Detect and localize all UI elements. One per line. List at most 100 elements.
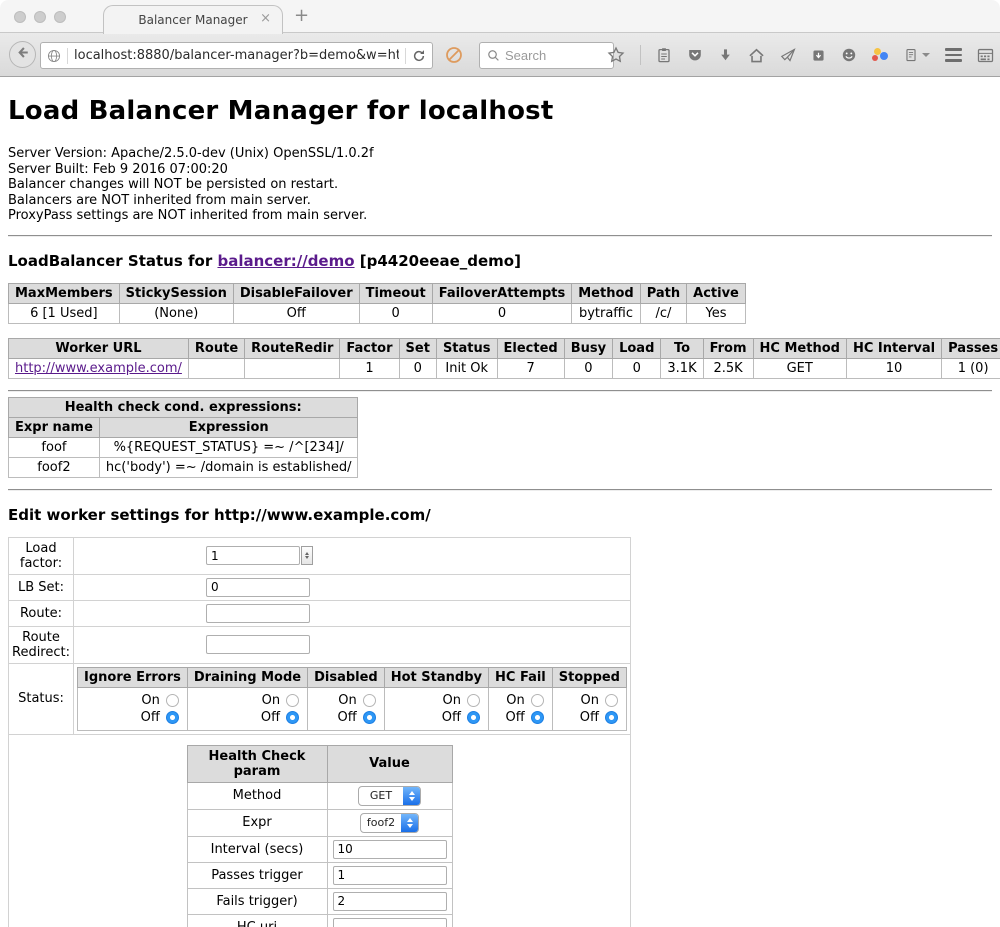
route-redirect-input[interactable] [206,635,310,654]
reload-icon[interactable] [412,49,426,63]
col-draining-mode: Draining Mode [187,667,307,687]
cell-expression: hc('body') =~ /domain is established/ [99,457,358,477]
extension-dots-icon[interactable] [872,47,889,63]
hc-fail-off-radio[interactable] [531,711,544,724]
radio-off-label: Off [442,710,461,725]
table-row: foof2 hc('body') =~ /domain is establish… [9,457,358,477]
table-header-row: Worker URL Route RouteRedir Factor Set S… [9,338,1000,358]
radio-off-label: Off [141,710,160,725]
route-redirect-label: Route Redirect: [9,626,74,663]
divider [8,235,992,237]
stopped-on-radio[interactable] [605,694,618,707]
home-icon[interactable] [748,47,765,64]
zoom-window-button[interactable] [54,11,66,23]
status-radio-table: Ignore Errors Draining Mode Disabled Hot… [77,667,627,731]
balancer-link[interactable]: balancer://demo [217,252,354,270]
apps-grid-icon[interactable] [977,47,994,64]
col-set: Set [399,338,436,358]
interval-label: Interval (secs) [187,836,327,862]
load-factor-input[interactable] [206,546,300,565]
ignore-errors-on-radio[interactable] [166,694,179,707]
radio-on-label: On [262,693,280,708]
hc-fail-on-radio[interactable] [531,694,544,707]
worker-url-link[interactable]: http://www.example.com/ [15,361,182,376]
worker-settings-form: Load factor: LB Set: Route: Route Redire… [8,537,631,927]
draining-mode-on-radio[interactable] [286,694,299,707]
ignore-errors-off-radio[interactable] [166,711,179,724]
form-row-load-factor: Load factor: [9,537,631,574]
hc-uri-input[interactable] [333,918,447,927]
menu-hamburger-icon[interactable] [945,48,962,62]
sidebar-panel-icon[interactable] [904,47,930,63]
hot-standby-off-radio[interactable] [467,711,480,724]
table-header-row: Ignore Errors Draining Mode Disabled Hot… [78,667,627,687]
cell-busy: 0 [564,358,612,378]
cell-timeout: 0 [359,303,432,323]
cell-expr-name: foof [9,437,100,457]
number-stepper-icon[interactable] [301,546,313,565]
fails-label: Fails trigger) [187,888,327,914]
navigation-toolbar [0,33,1000,77]
disabled-on-radio[interactable] [363,694,376,707]
col-factor: Factor [340,338,399,358]
save-page-icon[interactable] [811,48,826,63]
col-status: Status [436,338,497,358]
disabled-off-radio[interactable] [363,711,376,724]
window-controls [14,11,66,23]
search-bar[interactable] [479,42,614,69]
load-factor-label: Load factor: [9,537,74,574]
minimize-window-button[interactable] [34,11,46,23]
toolbar-divider [640,45,641,65]
draining-mode-off-radio[interactable] [286,711,299,724]
hc-row-expr: Expr foof2 [187,809,452,836]
cell-from: 2.5K [703,358,753,378]
interval-input[interactable] [333,840,447,859]
col-expr-name: Expr name [9,417,100,437]
tab-title: Balancer Manager [138,13,247,27]
send-tab-icon[interactable] [780,47,796,63]
hc-row-hc-uri: HC uri [187,914,452,927]
expr-select-value: foof2 [361,814,401,832]
bookmark-star-icon[interactable] [607,46,625,64]
col-path: Path [640,283,686,303]
tab-close-icon[interactable]: × [260,12,271,25]
table-row: http://www.example.com/ 1 0 Init Ok 7 0 … [9,358,1000,378]
expr-select[interactable]: foof2 [360,813,419,833]
method-select[interactable]: GET [358,786,421,806]
cell-to: 3.1K [661,358,703,378]
url-divider [67,48,68,64]
new-tab-button[interactable]: + [294,5,309,26]
hc-row-fails: Fails trigger) [187,888,452,914]
stopped-off-radio[interactable] [605,711,618,724]
url-bar[interactable] [40,42,433,69]
cell-set: 0 [399,358,436,378]
cell-stickysession: (None) [119,303,233,323]
hot-standby-on-radio[interactable] [467,694,480,707]
back-arrow-icon [15,45,30,64]
url-input[interactable] [74,48,399,63]
route-input[interactable] [206,604,310,623]
lb-set-input[interactable] [206,578,310,597]
lb-set-label: LB Set: [9,574,74,600]
hc-uri-label: HC uri [187,914,327,927]
radio-off-label: Off [580,710,599,725]
close-window-button[interactable] [14,11,26,23]
tracking-blocked-icon[interactable] [445,46,463,64]
ignore-errors-radios: On Off [78,687,188,730]
col-route: Route [188,338,244,358]
col-routeredir: RouteRedir [245,338,340,358]
pocket-icon[interactable] [687,47,703,63]
cell-elected: 7 [497,358,564,378]
chat-smiley-icon[interactable] [841,47,857,63]
search-input[interactable] [505,48,606,63]
passes-input[interactable] [333,866,447,885]
fails-input[interactable] [333,892,447,911]
download-icon[interactable] [718,48,733,63]
worker-status-table: Worker URL Route RouteRedir Factor Set S… [8,338,1000,379]
reading-list-icon[interactable] [656,47,672,63]
browser-window: Balancer Manager × + [0,0,1000,927]
tab-balancer-manager[interactable]: Balancer Manager × [103,5,283,34]
table-row: 6 [1 Used] (None) Off 0 0 bytraffic /c/ … [9,303,746,323]
back-button[interactable] [9,41,36,68]
stopped-radios: On Off [552,687,626,730]
